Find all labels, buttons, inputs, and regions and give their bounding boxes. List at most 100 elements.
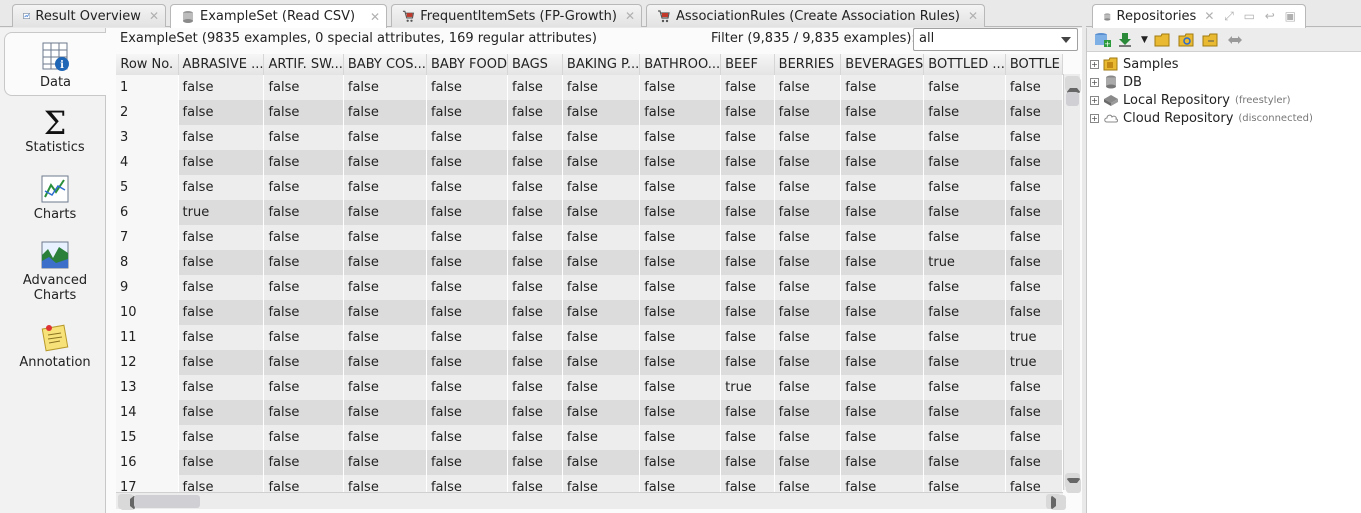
table-cell[interactable]: false [178, 400, 265, 425]
view-data-button[interactable]: i Data [4, 32, 106, 96]
table-row[interactable]: 15 false false false false false false false fal… [116, 425, 1063, 450]
table-cell[interactable]: false [720, 475, 775, 492]
expand-icon[interactable]: + [1090, 77, 1099, 87]
table-cell[interactable]: false [1005, 375, 1063, 400]
column-header-row-no[interactable]: Row No. [116, 54, 179, 75]
view-advanced-charts-button[interactable]: Advanced Charts [4, 236, 106, 312]
table-cell[interactable]: false [507, 375, 563, 400]
table-row[interactable]: 12 false false false false false false false fal… [116, 350, 1063, 375]
table-cell[interactable]: false [1005, 400, 1063, 425]
open-folder-icon[interactable] [1202, 32, 1220, 48]
table-cell[interactable]: false [774, 75, 842, 100]
table-cell[interactable]: false [507, 250, 563, 275]
table-cell[interactable]: false [178, 375, 265, 400]
table-cell[interactable]: false [1005, 450, 1063, 475]
table-row[interactable]: 3 false false false false false false false fals… [116, 125, 1063, 150]
tab-repositories[interactable]: Repositories ✕ ⤢ ▭ ↩ ▣ [1092, 4, 1306, 28]
table-cell[interactable]: false [507, 425, 563, 450]
table-cell[interactable]: false [343, 250, 427, 275]
table-cell[interactable]: false [562, 125, 641, 150]
table-cell[interactable]: false [840, 325, 925, 350]
table-cell[interactable]: false [562, 350, 641, 375]
table-cell[interactable]: false [639, 450, 722, 475]
table-cell[interactable]: false [1005, 150, 1063, 175]
table-cell[interactable]: false [840, 350, 925, 375]
table-cell[interactable]: false [774, 375, 842, 400]
table-cell[interactable]: false [840, 75, 925, 100]
table-cell[interactable]: false [923, 350, 1006, 375]
table-cell[interactable]: false [639, 250, 722, 275]
column-header[interactable]: BERRIES [774, 54, 842, 75]
tab-exampleset[interactable]: ExampleSet (Read CSV) ✕ [170, 4, 387, 28]
column-header[interactable]: BATHROO... [639, 54, 722, 75]
table-cell[interactable]: false [178, 425, 265, 450]
table-cell[interactable]: false [178, 300, 265, 325]
table-cell[interactable]: false [562, 475, 641, 492]
view-statistics-button[interactable]: Σ Statistics [4, 102, 106, 162]
table-cell[interactable]: false [1005, 125, 1063, 150]
view-charts-button[interactable]: Charts [4, 170, 106, 230]
column-header[interactable]: ARTIF. SW... [263, 54, 344, 75]
column-header[interactable]: BOTTLE [1005, 54, 1063, 75]
table-cell[interactable]: false [507, 175, 563, 200]
add-data-icon[interactable]: + [1093, 32, 1111, 48]
table-cell[interactable]: false [263, 275, 344, 300]
row-number-cell[interactable]: 5 [116, 175, 179, 200]
column-header[interactable]: ABRASIVE ... [178, 54, 265, 75]
refresh-folder-icon[interactable] [1178, 32, 1196, 48]
table-cell[interactable]: false [343, 75, 427, 100]
row-number-cell[interactable]: 2 [116, 100, 179, 125]
table-cell[interactable]: false [426, 175, 509, 200]
table-cell[interactable]: false [720, 200, 775, 225]
table-cell[interactable]: false [343, 350, 427, 375]
scroll-right-button[interactable] [1046, 494, 1066, 510]
tree-item-cloud-repository[interactable]: + Cloud Repository (disconnected) [1087, 109, 1361, 127]
table-cell[interactable]: false [426, 250, 509, 275]
table-cell[interactable]: false [343, 200, 427, 225]
table-cell[interactable]: false [639, 200, 722, 225]
table-cell[interactable]: false [720, 225, 775, 250]
table-cell[interactable]: false [923, 400, 1006, 425]
table-cell[interactable]: false [507, 100, 563, 125]
column-header[interactable]: BOTTLED ... [923, 54, 1006, 75]
table-cell[interactable]: true [923, 250, 1006, 275]
table-cell[interactable]: false [178, 100, 265, 125]
close-icon[interactable]: ✕ [617, 9, 635, 23]
table-cell[interactable]: false [923, 125, 1006, 150]
scroll-thumb[interactable] [134, 495, 200, 508]
table-cell[interactable]: false [507, 275, 563, 300]
table-cell[interactable]: false [774, 350, 842, 375]
row-number-cell[interactable]: 3 [116, 125, 179, 150]
row-number-cell[interactable]: 1 [116, 75, 179, 100]
table-row[interactable]: 1 false false false false false false false fals… [116, 75, 1063, 100]
table-cell[interactable]: false [1005, 275, 1063, 300]
table-cell[interactable]: false [923, 375, 1006, 400]
table-cell[interactable]: false [343, 100, 427, 125]
table-row[interactable]: 2 false false false false false false false fals… [116, 100, 1063, 125]
table-cell[interactable]: false [562, 250, 641, 275]
expand-icon[interactable]: + [1090, 95, 1099, 105]
row-number-cell[interactable]: 13 [116, 375, 179, 400]
table-cell[interactable]: false [507, 350, 563, 375]
table-cell[interactable]: false [639, 425, 722, 450]
table-cell[interactable]: false [507, 125, 563, 150]
table-cell[interactable]: false [774, 100, 842, 125]
table-cell[interactable]: false [720, 125, 775, 150]
table-cell[interactable]: false [507, 150, 563, 175]
table-cell[interactable]: false [774, 475, 842, 492]
table-cell[interactable]: false [840, 150, 925, 175]
row-number-cell[interactable]: 8 [116, 250, 179, 275]
table-cell[interactable]: false [923, 300, 1006, 325]
table-cell[interactable]: false [343, 275, 427, 300]
table-cell[interactable]: false [426, 200, 509, 225]
table-cell[interactable]: false [774, 425, 842, 450]
table-cell[interactable]: false [426, 475, 509, 492]
table-cell[interactable]: false [840, 200, 925, 225]
table-cell[interactable]: false [562, 375, 641, 400]
tree-item-local-repository[interactable]: + Local Repository (freestyler) [1087, 91, 1361, 109]
table-cell[interactable]: false [178, 325, 265, 350]
table-cell[interactable]: false [507, 450, 563, 475]
table-cell[interactable]: false [840, 175, 925, 200]
table-row[interactable]: 7 false false false false false false false fals… [116, 225, 1063, 250]
table-cell[interactable]: false [507, 75, 563, 100]
